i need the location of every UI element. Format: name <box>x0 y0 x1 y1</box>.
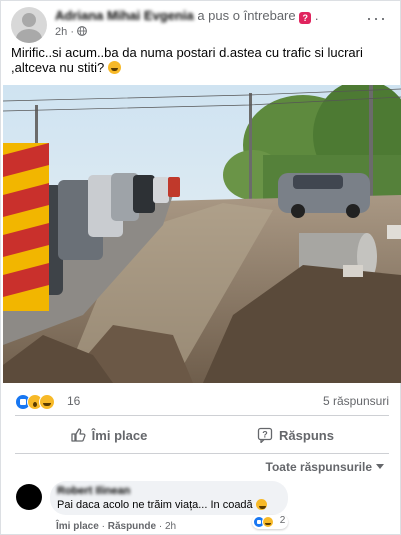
commenter-name[interactable]: Robert Ilinean <box>57 485 130 497</box>
author-line: Adriana Mihai Evgenia a pus o întrebare … <box>55 8 319 24</box>
comment-reaction-count: 2 <box>279 515 286 526</box>
comment-reply-link[interactable]: Răspunde <box>108 521 156 532</box>
globe-icon <box>77 26 87 36</box>
like-button-label: Îmi place <box>91 427 148 443</box>
post-header: Adriana Mihai Evgenia a pus o întrebare … <box>11 7 391 43</box>
meta-separator: · <box>101 521 105 532</box>
reply-button-label: Răspuns <box>279 427 334 443</box>
header-dot: . <box>314 8 319 23</box>
divider <box>15 453 389 454</box>
commenter-avatar[interactable] <box>16 484 42 510</box>
question-reply-icon: ? <box>257 427 273 443</box>
comment-like-link[interactable]: Îmi place <box>56 521 99 532</box>
post-action-text: a pus o întrebare <box>197 8 296 23</box>
meta-separator: · <box>70 26 74 38</box>
haha-reaction-icon <box>39 394 55 410</box>
post-body: Mirific..si acum..ba da numa postari d.a… <box>11 45 363 75</box>
post-meta: 2h · <box>55 26 87 38</box>
author-avatar[interactable] <box>11 7 47 43</box>
post-time[interactable]: 2h <box>55 26 67 38</box>
reactions-row: 16 5 răspunsuri <box>15 393 389 411</box>
reaction-count[interactable]: 16 <box>67 394 80 408</box>
avatar-body <box>16 29 42 43</box>
author-name[interactable]: Adriana Mihai Evgenia <box>55 8 194 23</box>
comment-bubble: Robert Ilinean Pai daca acolo ne trăim v… <box>50 481 288 515</box>
comment-body: Pai daca acolo ne trăim viața... In coad… <box>57 499 253 511</box>
post-text: Mirific..si acum..ba da numa postari d.a… <box>11 45 389 75</box>
chevron-down-icon <box>376 464 384 469</box>
comment-time[interactable]: 2h <box>165 521 176 532</box>
meta-separator: · <box>158 521 163 532</box>
laughing-emoji-icon <box>107 61 121 74</box>
post-photo[interactable] <box>3 85 401 383</box>
question-icon: ? <box>299 12 312 24</box>
post-actions: Îmi place ? Răspuns <box>15 417 389 453</box>
road-works-photo <box>3 85 401 383</box>
filter-label: Toate răspunsurile <box>265 460 372 474</box>
divider <box>15 415 389 416</box>
thumbs-up-icon <box>71 428 86 442</box>
comment-reactions[interactable]: 2 <box>252 515 289 529</box>
reply-button[interactable]: ? Răspuns <box>202 417 389 453</box>
grinning-emoji-icon <box>255 499 267 510</box>
comment-text: Pai daca acolo ne trăim viața... In coad… <box>57 499 267 511</box>
svg-text:?: ? <box>262 430 268 440</box>
comment-meta: Îmi place · Răspunde · 2h <box>56 521 176 532</box>
replies-filter-dropdown[interactable]: Toate răspunsurile <box>266 460 384 474</box>
replies-count[interactable]: 5 răspunsuri <box>323 394 389 408</box>
post-card: Adriana Mihai Evgenia a pus o întrebare … <box>0 0 401 535</box>
haha-reaction-icon <box>262 516 274 528</box>
more-options-icon[interactable]: ··· <box>366 9 387 27</box>
avatar-head <box>22 13 36 27</box>
like-button[interactable]: Îmi place <box>15 417 202 453</box>
